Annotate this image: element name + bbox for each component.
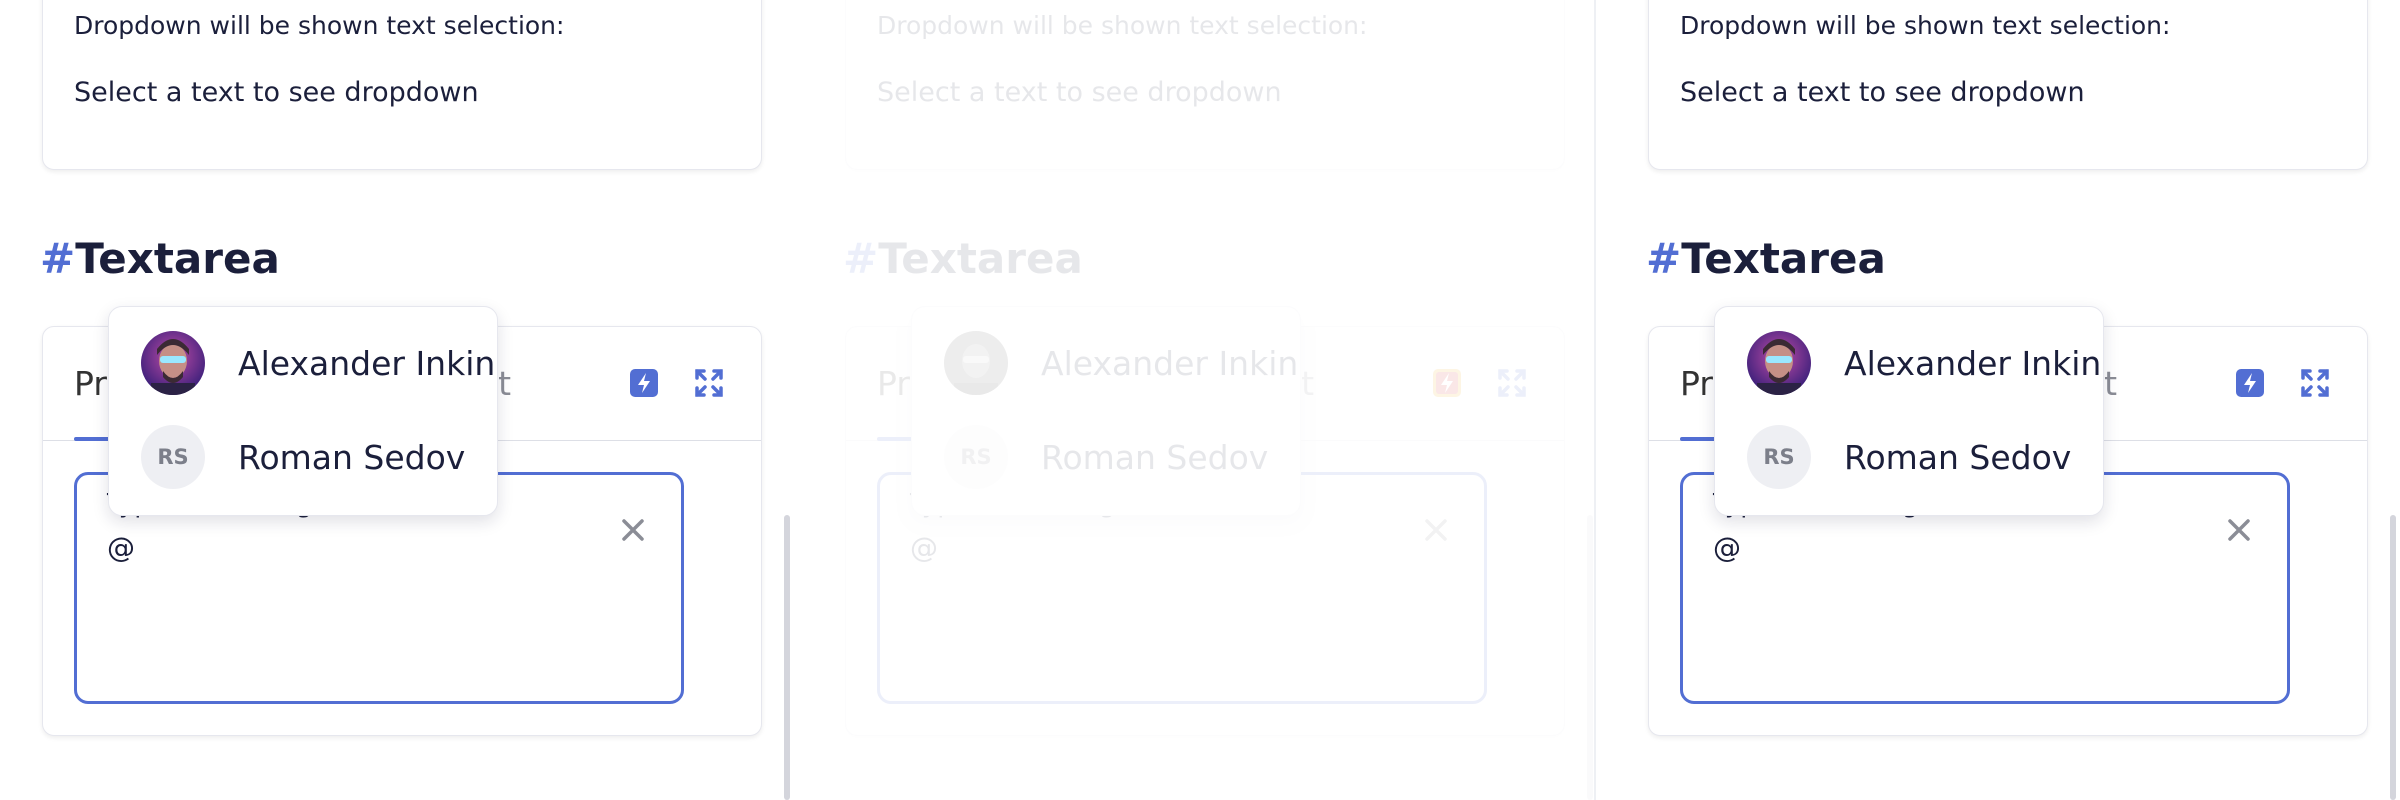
dropdown-info-text: Dropdown will be shown text selection: — [74, 11, 565, 40]
textarea-value: @ — [910, 531, 938, 564]
mention-option[interactable]: Alexander Inkin — [1747, 331, 2101, 397]
selection-hint-text[interactable]: Select a text to see dropdown — [74, 77, 479, 108]
avatar — [1747, 331, 1811, 395]
demo-panel-right: Dropdown will be shown text selection: S… — [1606, 0, 2400, 800]
section-heading: #Textarea — [40, 234, 280, 283]
anchor-hash[interactable]: # — [1646, 234, 1681, 283]
anchor-hash[interactable]: # — [843, 234, 878, 283]
section-heading: #Textarea — [843, 234, 1083, 283]
mention-option[interactable]: RS Roman Sedov — [1747, 425, 2087, 491]
section-heading: #Textarea — [1646, 234, 1886, 283]
mention-name: Roman Sedov — [238, 438, 466, 477]
mention-name: Roman Sedov — [1041, 438, 1269, 477]
textarea-value: @ — [107, 531, 135, 564]
dropdown-info-text: Dropdown will be shown text selection: — [877, 11, 1368, 40]
textarea-value: @ — [1713, 531, 1741, 564]
expand-icon[interactable] — [2299, 367, 2331, 399]
mention-name: Alexander Inkin — [238, 344, 496, 383]
close-icon[interactable] — [1421, 515, 1451, 545]
expand-icon[interactable] — [1496, 367, 1528, 399]
text-selection-card: Dropdown will be shown text selection: S… — [845, 0, 1565, 170]
bolt-icon[interactable] — [1431, 367, 1463, 399]
mention-option[interactable]: RS Roman Sedov — [944, 425, 1284, 491]
mention-name: Roman Sedov — [1844, 438, 2072, 477]
text-selection-card: Dropdown will be shown text selection: S… — [42, 0, 762, 170]
tab-preview[interactable]: Pr — [1680, 364, 1713, 403]
selection-hint-text[interactable]: Select a text to see dropdown — [877, 77, 1282, 108]
dropdown-info-text: Dropdown will be shown text selection: — [1680, 11, 2171, 40]
demo-panel-left: Dropdown will be shown text selection: S… — [0, 0, 805, 800]
scrollbar[interactable] — [2390, 515, 2396, 800]
avatar — [944, 331, 1008, 395]
bolt-icon[interactable] — [2234, 367, 2266, 399]
mention-name: Alexander Inkin — [1041, 344, 1299, 383]
mention-dropdown: Alexander Inkin RS Roman Sedov — [1714, 306, 2104, 516]
section-title: Textarea — [878, 234, 1083, 283]
avatar: RS — [944, 425, 1008, 489]
avatar — [141, 331, 205, 395]
mention-option[interactable]: Alexander Inkin — [944, 331, 1298, 397]
demo-panel-middle: Dropdown will be shown text selection: S… — [803, 0, 1608, 800]
avatar: RS — [1747, 425, 1811, 489]
scrollbar[interactable] — [784, 515, 790, 800]
anchor-hash[interactable]: # — [40, 234, 75, 283]
mention-option[interactable]: Alexander Inkin — [141, 331, 495, 397]
text-selection-card: Dropdown will be shown text selection: S… — [1648, 0, 2368, 170]
tab-preview[interactable]: Pr — [74, 364, 107, 403]
tab-preview[interactable]: Pr — [877, 364, 910, 403]
mention-name: Alexander Inkin — [1844, 344, 2102, 383]
scrollbar[interactable] — [1587, 515, 1593, 800]
section-title: Textarea — [75, 234, 280, 283]
mention-dropdown: Alexander Inkin RS Roman Sedov — [911, 306, 1301, 516]
expand-icon[interactable] — [693, 367, 725, 399]
avatar: RS — [141, 425, 205, 489]
close-icon[interactable] — [618, 515, 648, 545]
mention-dropdown: Alexander Inkin RS Roman Sedov — [108, 306, 498, 516]
panel-divider — [1594, 0, 1596, 800]
bolt-icon[interactable] — [628, 367, 660, 399]
mention-option[interactable]: RS Roman Sedov — [141, 425, 481, 491]
selection-hint-text[interactable]: Select a text to see dropdown — [1680, 77, 2085, 108]
section-title: Textarea — [1681, 234, 1886, 283]
close-icon[interactable] — [2224, 515, 2254, 545]
